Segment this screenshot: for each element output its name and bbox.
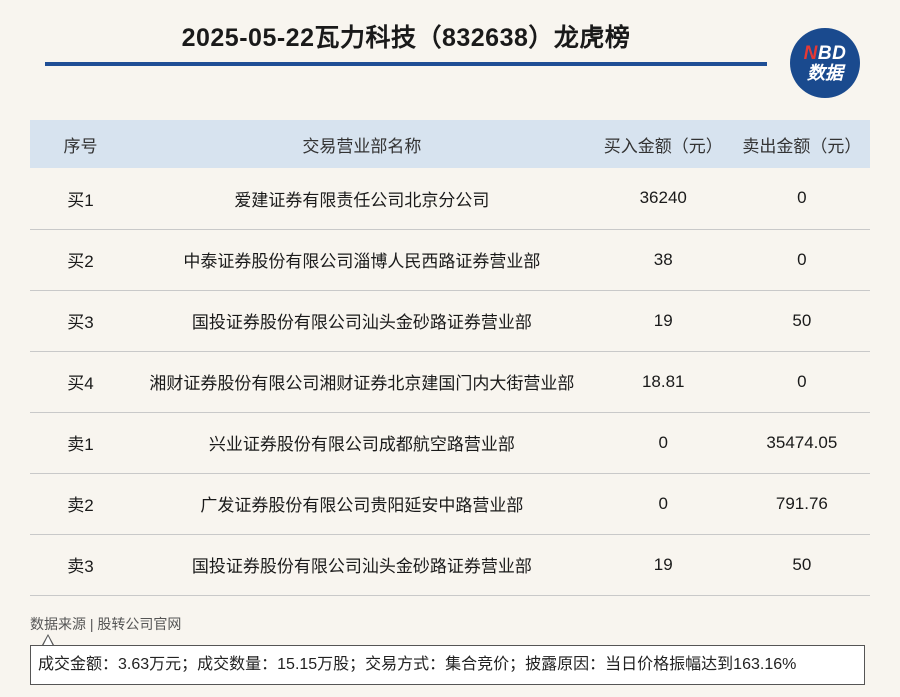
header-branch-name: 交易营业部名称 <box>302 136 422 156</box>
row-buy-amount: 19 <box>653 310 673 330</box>
row-branch-name: 国投证券股份有限公司汕头金砂路证券营业部 <box>191 313 532 332</box>
table-row: 卖1 兴业证券股份有限公司成都航空路营业部 0 35474.05 <box>30 412 870 473</box>
table-row: 卖3 国投证券股份有限公司汕头金砂路证券营业部 19 50 <box>30 534 870 595</box>
row-buy-amount: 19 <box>653 554 673 574</box>
row-sell-amount: 0 <box>797 188 807 208</box>
row-sell-amount: 50 <box>792 310 812 330</box>
row-branch-name: 国投证券股份有限公司汕头金砂路证券营业部 <box>191 557 532 576</box>
header-sell-amount: 卖出金额（元） <box>742 136 862 156</box>
row-branch-name: 湘财证券股份有限公司湘财证券北京建国门内大街营业部 <box>149 374 575 393</box>
table-row: 买1 爱建证券有限责任公司北京分公司 36240 0 <box>30 168 870 229</box>
row-index: 买4 <box>67 374 94 393</box>
table-header-row: 序号 交易营业部名称 买入金额（元） 卖出金额（元） <box>30 120 870 168</box>
header-buy-amount: 买入金额（元） <box>603 136 723 156</box>
row-index: 买2 <box>67 252 94 271</box>
row-buy-amount: 38 <box>653 249 673 269</box>
row-buy-amount: 0 <box>658 432 668 452</box>
title-underline <box>45 62 767 66</box>
row-sell-amount: 0 <box>797 249 807 269</box>
row-index: 卖1 <box>67 435 94 454</box>
logo-nbd-text: NBD <box>803 43 847 64</box>
row-branch-name: 爱建证券有限责任公司北京分公司 <box>234 190 490 210</box>
row-index: 买3 <box>67 313 94 332</box>
dragon-tiger-table: 序号 交易营业部名称 买入金额（元） 卖出金额（元） 买1 爱建证券有限责任公司… <box>30 120 870 596</box>
row-sell-amount: 791.76 <box>775 493 828 513</box>
row-buy-amount: 18.81 <box>641 371 685 391</box>
data-source: 数据来源 | 股转公司官网 <box>30 616 182 632</box>
row-sell-amount: 50 <box>792 554 812 574</box>
page-title: 2025-05-22瓦力科技（832638）龙虎榜 <box>181 24 631 52</box>
row-sell-amount: 35474.05 <box>766 432 838 452</box>
row-index: 买1 <box>67 190 94 210</box>
row-sell-amount: 0 <box>797 371 807 391</box>
table-row: 卖2 广发证券股份有限公司贵阳延安中路营业部 0 791.76 <box>30 473 870 534</box>
row-branch-name: 广发证券股份有限公司贵阳延安中路营业部 <box>200 496 524 515</box>
row-buy-amount: 36240 <box>639 188 687 208</box>
nbd-logo: NBD 数据 <box>790 28 860 98</box>
table-row: 买2 中泰证券股份有限公司淄博人民西路证券营业部 38 0 <box>30 229 870 290</box>
row-branch-name: 中泰证券股份有限公司淄博人民西路证券营业部 <box>183 252 541 271</box>
row-index: 卖2 <box>67 496 94 515</box>
table-row: 买3 国投证券股份有限公司汕头金砂路证券营业部 19 50 <box>30 290 870 351</box>
logo-data-text: 数据 <box>807 63 843 83</box>
row-buy-amount: 0 <box>658 493 668 513</box>
header-index: 序号 <box>63 136 98 156</box>
row-branch-name: 兴业证券股份有限公司成都航空路营业部 <box>208 435 515 454</box>
table-row: 买4 湘财证券股份有限公司湘财证券北京建国门内大街营业部 18.81 0 <box>30 351 870 412</box>
row-index: 卖3 <box>67 557 94 576</box>
trade-summary-note: 成交金额：3.63万元；成交数量：15.15万股；交易方式：集合竞价；披露原因：… <box>30 645 865 685</box>
